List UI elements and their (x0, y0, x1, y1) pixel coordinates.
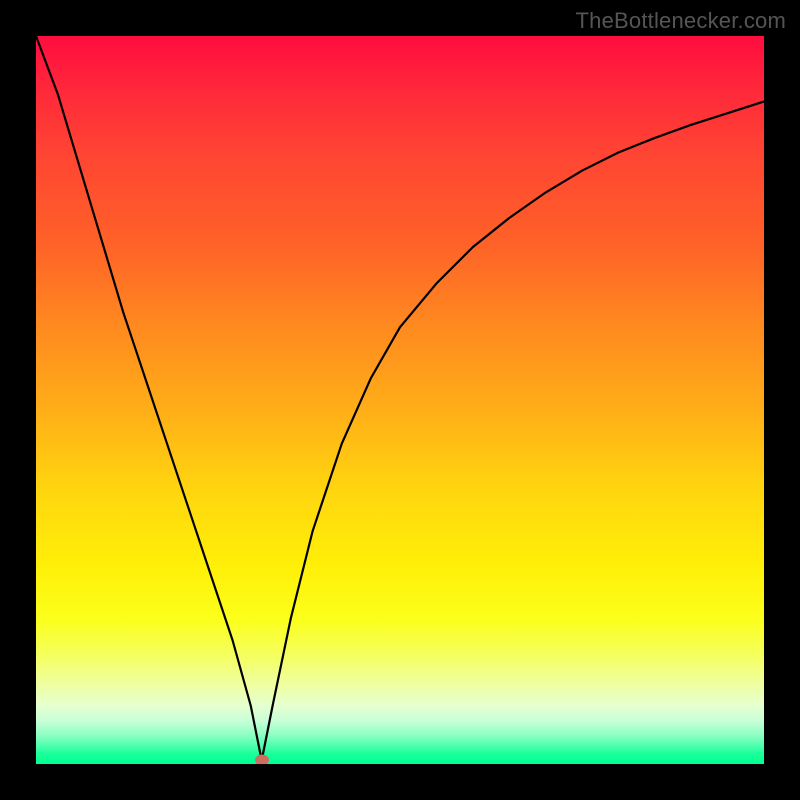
bottleneck-curve (36, 36, 764, 764)
watermark-text: TheBottlenecker.com (576, 8, 786, 34)
plot-area (36, 36, 764, 764)
minimum-marker (255, 755, 269, 764)
chart-frame: TheBottlenecker.com (0, 0, 800, 800)
